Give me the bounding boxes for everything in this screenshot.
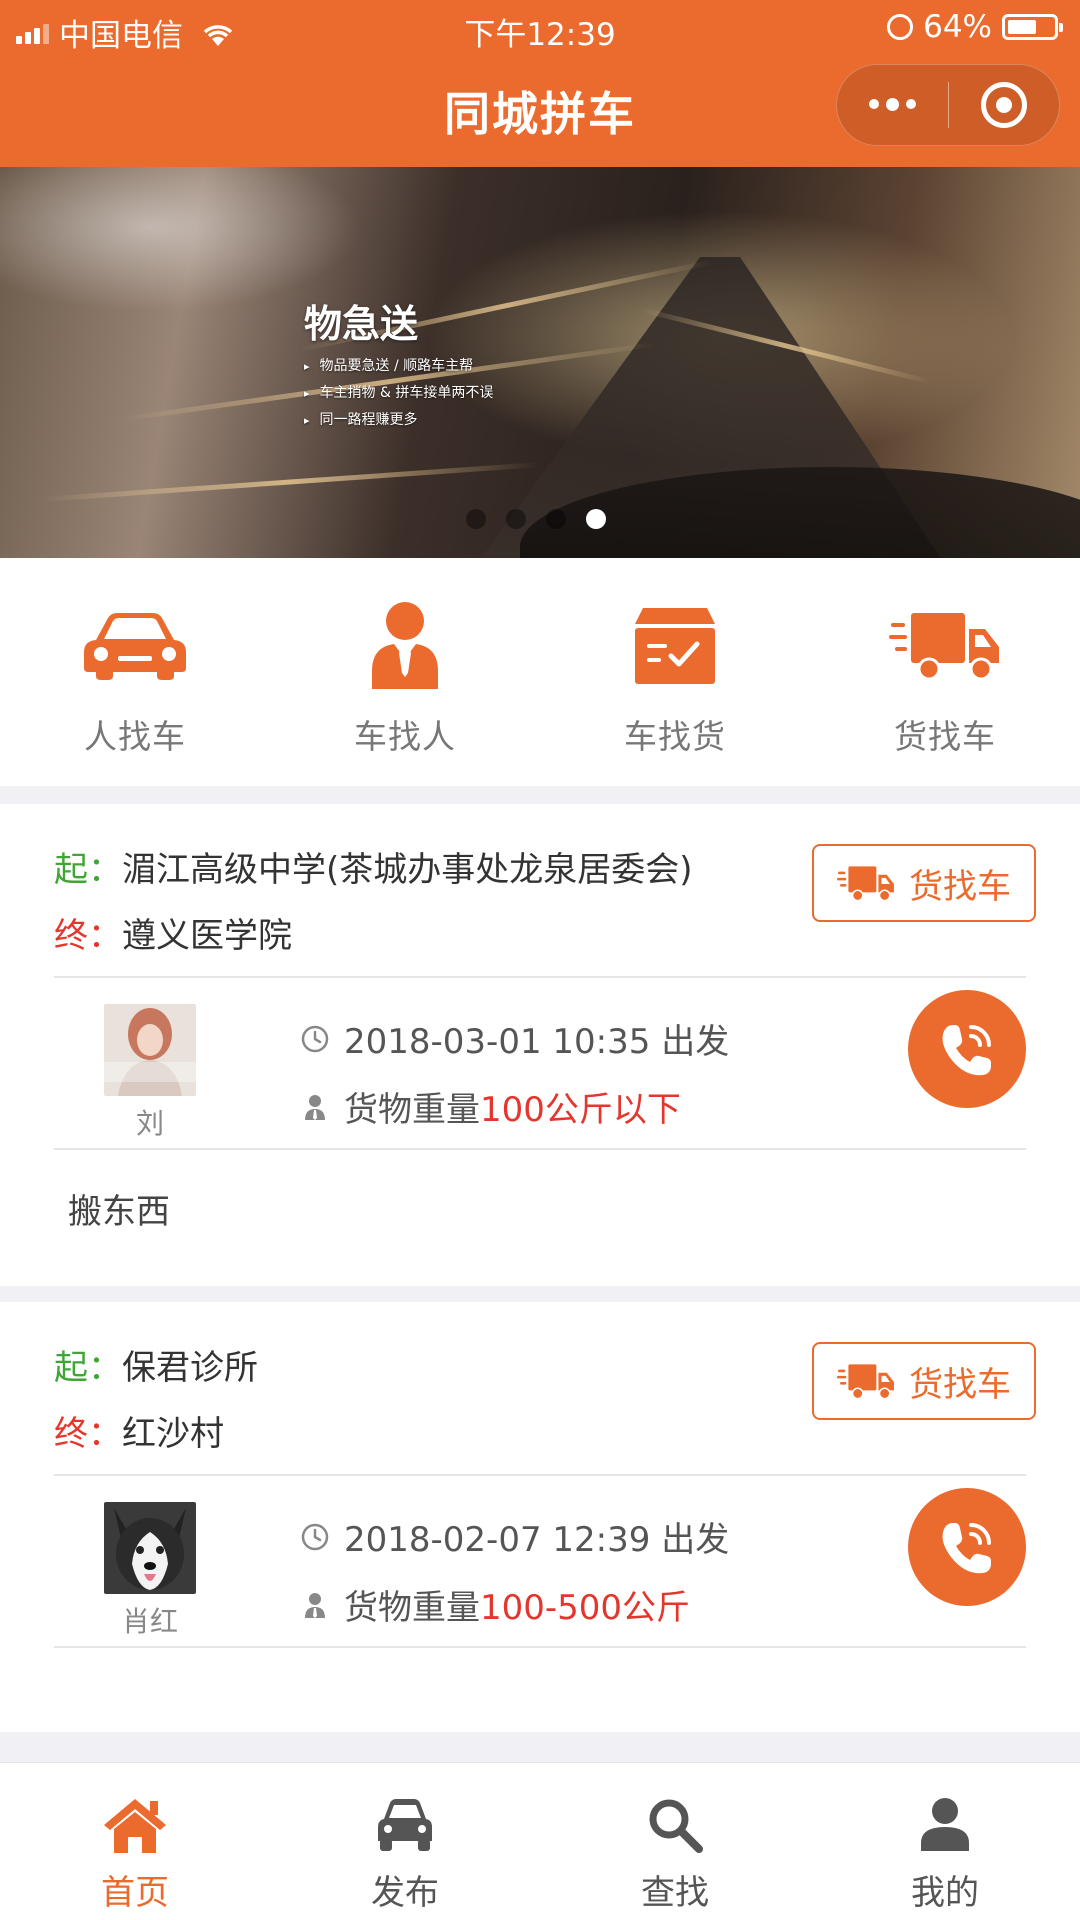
phone-icon [942, 1025, 991, 1076]
carousel-dot[interactable] [506, 509, 526, 529]
listing-type-label: 货找车 [909, 1364, 1011, 1405]
category-label: 人找车 [84, 717, 186, 756]
departure-datetime: 2018-03-01 10:35 出发 [344, 1022, 730, 1062]
banner-bullet: 物品要急送 / 顺路车主帮 [304, 353, 493, 380]
more-dots-icon [868, 98, 916, 111]
carousel-dot[interactable] [466, 509, 486, 529]
weight-value: 100-500公斤 [480, 1588, 691, 1628]
departure-time: 2018-03-01 10:35 出发 [300, 1014, 729, 1063]
divider [54, 1646, 1026, 1648]
end-location: 遵义医学院 [122, 916, 292, 956]
call-button[interactable] [908, 1488, 1026, 1606]
nav-bar: 同城拼车 [0, 56, 1080, 167]
listing-type-badge[interactable]: 货找车 [812, 844, 1036, 922]
carousel-dot[interactable] [586, 509, 606, 529]
category-car-find-person[interactable]: 车找人 [270, 558, 540, 786]
route-end: 终：红沙村 [54, 1406, 224, 1455]
user-icon [810, 1797, 1080, 1855]
more-button[interactable] [837, 65, 948, 145]
tab-home[interactable]: 首页 [0, 1763, 270, 1920]
cargo-weight: 货物重量100公斤以下 [300, 1082, 681, 1131]
section-gap [0, 786, 1080, 804]
weight-value: 100公斤以下 [480, 1090, 681, 1130]
phone-icon [942, 1523, 991, 1574]
divider [54, 1148, 1026, 1150]
banner-title: 物急送 [304, 302, 419, 346]
light-trail [39, 462, 539, 502]
start-location: 保君诊所 [122, 1348, 258, 1388]
avatar[interactable] [104, 1502, 196, 1594]
section-gap [0, 1286, 1080, 1302]
route-start: 起：保君诊所 [54, 1340, 258, 1389]
tab-label: 我的 [911, 1873, 979, 1913]
target-circle-icon [980, 82, 1027, 128]
rotation-lock-icon [887, 14, 914, 40]
category-car-find-cargo[interactable]: 车找货 [540, 558, 810, 786]
tab-label: 发布 [371, 1873, 439, 1913]
banner-bullet: 车主捎物 & 拼车接单两不误 [304, 380, 494, 407]
category-cargo-find-car[interactable]: 货找车 [810, 558, 1080, 786]
weight-label: 货物重量 [344, 1090, 480, 1130]
departure-time: 2018-02-07 12:39 出发 [300, 1512, 729, 1561]
tab-label: 查找 [641, 1873, 709, 1913]
close-mini-program-button[interactable] [949, 65, 1060, 145]
route-start: 起：湄江高级中学(茶城办事处龙泉居委会) [54, 842, 693, 891]
departure-datetime: 2018-02-07 12:39 出发 [344, 1520, 730, 1560]
category-person-find-car[interactable]: 人找车 [0, 558, 270, 786]
clock-icon [301, 1523, 329, 1550]
user-small-icon [305, 1094, 325, 1120]
section-gap [0, 1732, 1080, 1762]
home-icon [0, 1797, 270, 1855]
clock-icon [301, 1025, 329, 1052]
end-label: 终： [54, 916, 122, 956]
banner-carousel[interactable]: 物急送 物品要急送 / 顺路车主帮 车主捎物 & 拼车接单两不误 同一路程赚更多 [0, 167, 1080, 558]
banner-bullet: 同一路程赚更多 [304, 407, 493, 434]
listing-type-badge[interactable]: 货找车 [812, 1342, 1036, 1420]
truck-icon [837, 1364, 894, 1400]
route-end: 终：遵义医学院 [54, 908, 292, 957]
cargo-weight: 货物重量100-500公斤 [300, 1580, 690, 1629]
category-label: 货找车 [894, 717, 996, 756]
category-label: 车找人 [354, 717, 456, 756]
weight-label: 货物重量 [344, 1588, 480, 1628]
carousel-indicators [466, 509, 606, 529]
car-icon [0, 600, 270, 690]
tab-search[interactable]: 查找 [540, 1763, 810, 1920]
listing-card[interactable]: 起：湄江高级中学(茶城办事处龙泉居委会) 终：遵义医学院 货找车 刘 2018-… [0, 804, 1080, 1286]
divider [54, 976, 1026, 978]
carousel-dot[interactable] [546, 509, 566, 529]
truck-icon [837, 866, 894, 902]
end-label: 终： [54, 1414, 122, 1454]
bottom-tab-bar: 首页 发布 查找 我的 [0, 1762, 1080, 1920]
banner-bullets: 物品要急送 / 顺路车主帮 车主捎物 & 拼车接单两不误 同一路程赚更多 [304, 353, 494, 434]
divider [54, 1474, 1026, 1476]
battery-icon [1002, 14, 1063, 40]
category-grid: 人找车 车找人 车找货 货找车 [0, 558, 1080, 786]
listing-note: 搬东西 [68, 1192, 170, 1232]
start-location: 湄江高级中学(茶城办事处龙泉居委会) [122, 850, 693, 890]
call-button[interactable] [908, 990, 1026, 1108]
tab-mine[interactable]: 我的 [810, 1763, 1080, 1920]
top-bar: 中国电信 下午12:39 64% 同城拼车 [0, 0, 1080, 167]
start-label: 起： [54, 850, 122, 890]
mini-program-capsule [836, 64, 1060, 146]
listing-type-label: 货找车 [909, 866, 1011, 907]
person-icon [270, 600, 540, 690]
truck-icon [810, 600, 1080, 690]
tab-label: 首页 [101, 1873, 169, 1913]
category-label: 车找货 [624, 717, 726, 756]
start-label: 起： [54, 1348, 122, 1388]
user-small-icon [305, 1592, 325, 1618]
parcel-box-icon [540, 600, 810, 690]
avatar[interactable] [104, 1004, 196, 1096]
car-front-icon [270, 1797, 540, 1855]
user-name: 肖红 [121, 1605, 178, 1638]
end-location: 红沙村 [122, 1414, 224, 1454]
listing-card[interactable]: 起：保君诊所 终：红沙村 货找车 肖红 2018-02-07 12:39 出发 … [0, 1302, 1080, 1732]
status-bar: 中国电信 下午12:39 64% [0, 0, 1080, 56]
tab-publish[interactable]: 发布 [270, 1763, 540, 1920]
user-name: 刘 [135, 1107, 164, 1140]
battery-percent: 64% [923, 9, 992, 45]
search-icon [540, 1797, 810, 1855]
